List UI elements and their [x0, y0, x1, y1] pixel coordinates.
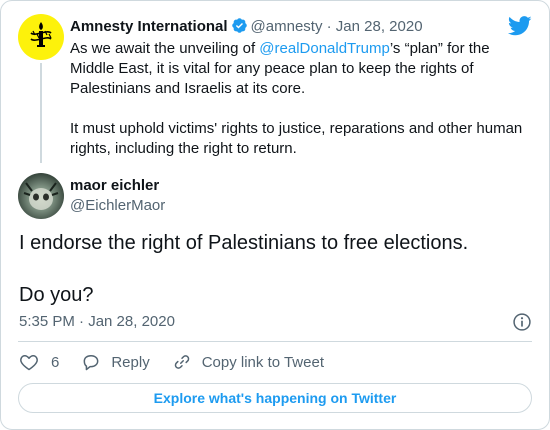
main-handle[interactable]: @EichlerMaor [70, 196, 165, 216]
info-icon[interactable] [512, 312, 532, 332]
header-separator: · [326, 18, 332, 35]
heart-icon [20, 355, 38, 371]
reply-bubble-icon [83, 355, 99, 371]
parent-tweet-header: Amnesty International @amnesty · Jan 28, … [70, 17, 423, 40]
parent-paragraph-1: As we await the unveiling of @realDonald… [70, 39, 525, 99]
tweet-embed-card: Amnesty International @amnesty · Jan 28, … [0, 0, 550, 430]
mention-link[interactable]: @realDonaldTrump [259, 40, 390, 57]
explore-twitter-button[interactable]: Explore what's happening on Twitter [18, 383, 532, 413]
amnesty-candle-logo-icon [30, 22, 52, 47]
parent-text-before-mention: As we await the unveiling of [70, 40, 260, 57]
parent-author-name[interactable]: Amnesty International [70, 18, 228, 35]
action-row: 6 Reply Copy link to Tweet [19, 352, 346, 372]
like-button[interactable]: 6 [19, 352, 59, 372]
main-author-name[interactable]: maor eichler [70, 176, 159, 196]
maor-eichler-avatar[interactable] [18, 173, 64, 219]
main-tweet-text: I endorse the right of Palestinians to f… [19, 230, 529, 308]
like-count: 6 [51, 353, 60, 371]
parent-tweet-text: As we await the unveiling of @realDonald… [70, 39, 525, 159]
verified-badge-icon [231, 17, 248, 40]
avatar-photo [23, 182, 59, 210]
parent-paragraph-2: It must uphold victims' rights to justic… [70, 120, 523, 157]
amnesty-avatar[interactable] [18, 14, 64, 60]
copy-link-label: Copy link to Tweet [201, 353, 324, 371]
parent-date[interactable]: Jan 28, 2020 [336, 18, 423, 35]
divider [18, 341, 532, 342]
reply-label: Reply [111, 353, 150, 371]
copy-link-button[interactable]: Copy link to Tweet [172, 352, 324, 372]
reply-button[interactable]: Reply [81, 352, 150, 372]
tweet-timestamp[interactable]: 5:35 PM · Jan 28, 2020 [19, 312, 175, 332]
main-paragraph-2: Do you? [19, 284, 94, 306]
parent-handle[interactable]: @amnesty [251, 18, 323, 35]
link-icon [174, 355, 189, 369]
main-paragraph-1: I endorse the right of Palestinians to f… [19, 232, 469, 254]
thread-connector-line [40, 63, 42, 163]
twitter-bird-icon[interactable] [508, 16, 532, 36]
